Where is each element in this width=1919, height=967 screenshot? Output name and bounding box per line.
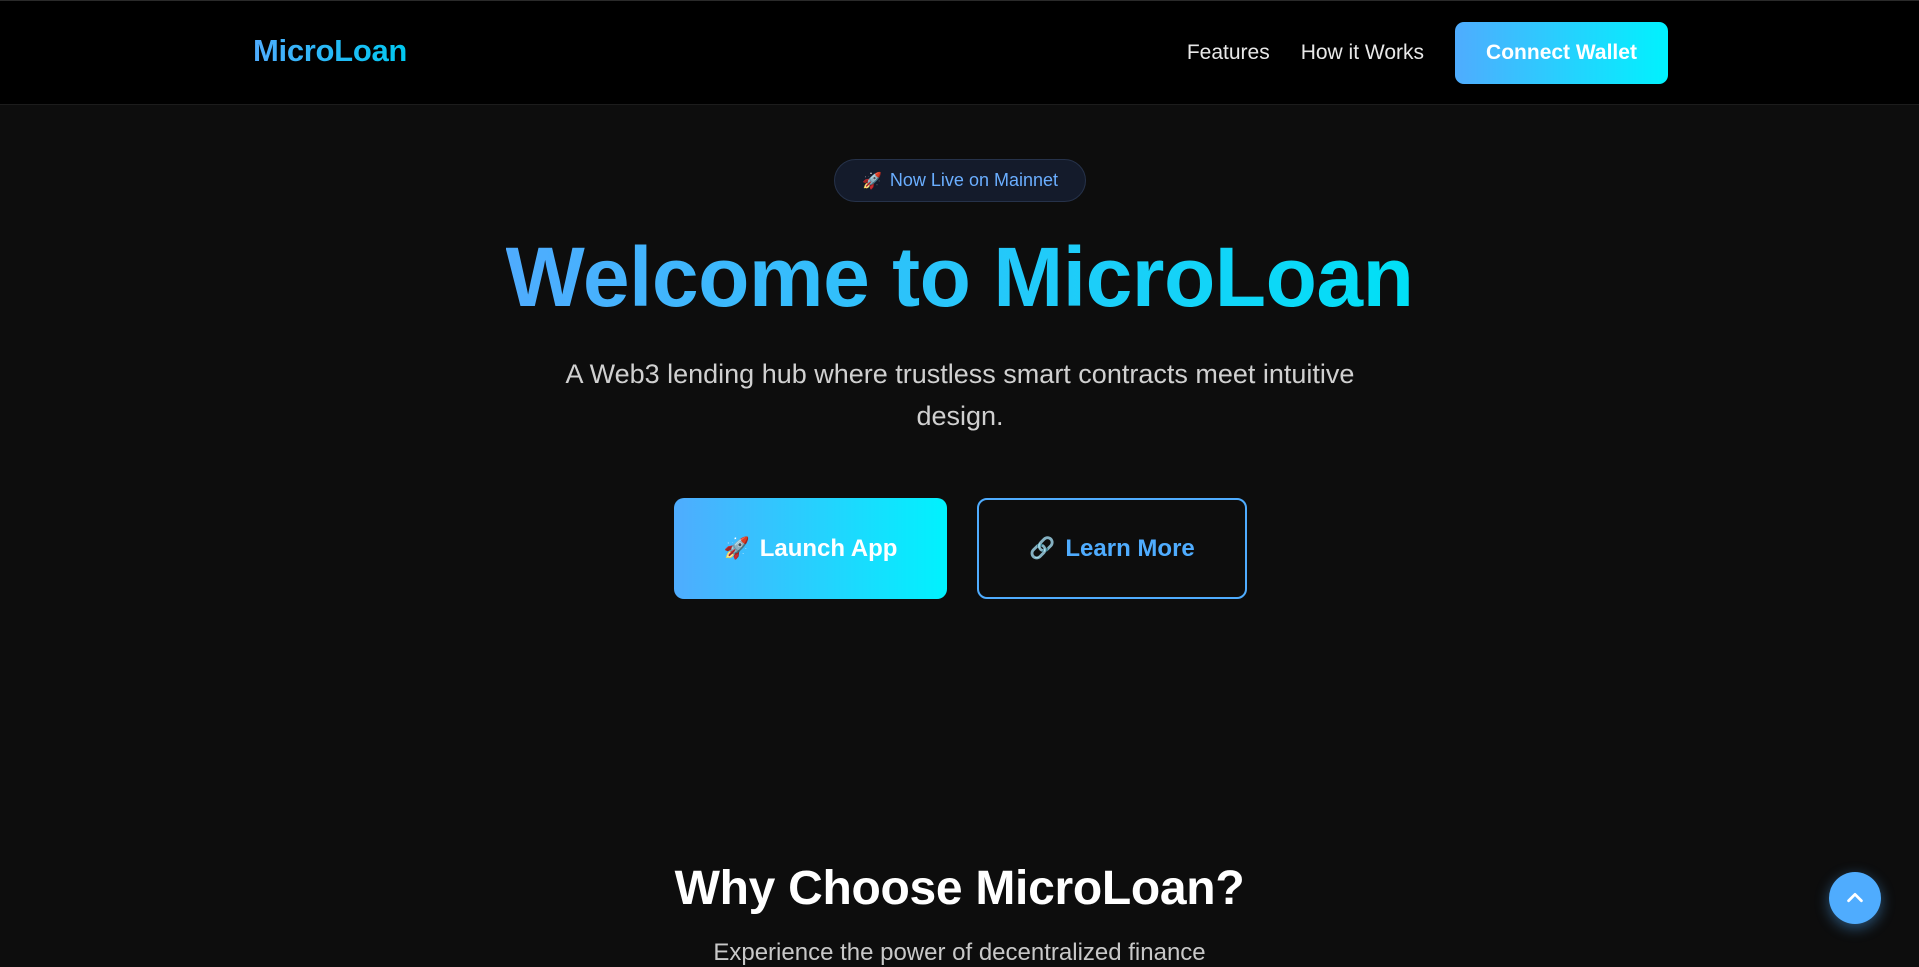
link-icon: 🔗 — [1029, 536, 1056, 560]
brand-logo[interactable]: MicroLoan — [253, 33, 407, 69]
hero-subtitle: A Web3 lending hub where trustless smart… — [565, 359, 1355, 431]
status-badge: 🚀 Now Live on Mainnet — [834, 159, 1086, 202]
connect-wallet-button[interactable]: Connect Wallet — [1455, 22, 1668, 84]
features-title: Why Choose MicroLoan? — [674, 862, 1245, 915]
chevron-up-icon — [1847, 892, 1863, 903]
status-badge-label: Now Live on Mainnet — [889, 170, 1058, 190]
learn-more-button[interactable]: 🔗 Learn More — [977, 498, 1247, 599]
launch-app-button[interactable]: 🚀 Launch App — [674, 498, 947, 599]
hero-section: 🚀 Now Live on Mainnet Welcome to MicroLo… — [0, 105, 1919, 966]
rocket-icon: 🚀 — [723, 536, 750, 560]
top-navbar: MicroLoan Features How it Works Connect … — [0, 0, 1919, 105]
hero-title: Welcome to MicroLoan — [505, 230, 1414, 324]
nav-link-features[interactable]: Features — [1187, 41, 1270, 65]
launch-app-label: Launch App — [759, 534, 898, 562]
rocket-icon: 🚀 — [861, 172, 882, 190]
nav-links: Features How it Works Connect Wallet — [1187, 22, 1668, 84]
nav-link-how-it-works[interactable]: How it Works — [1301, 41, 1424, 65]
learn-more-label: Learn More — [1065, 534, 1195, 562]
scroll-to-top-button[interactable] — [1829, 872, 1881, 924]
